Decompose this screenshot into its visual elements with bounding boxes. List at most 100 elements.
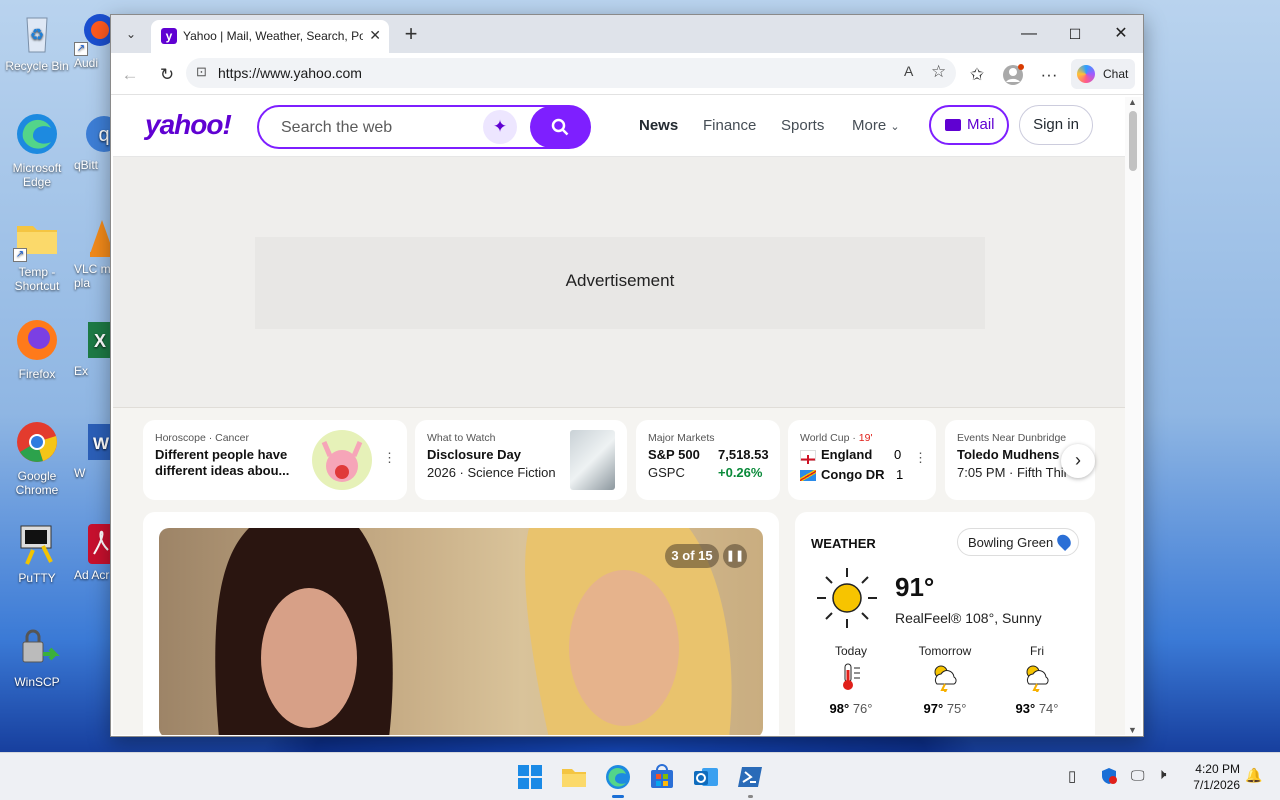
weather-location-button[interactable]: Bowling Green	[957, 528, 1079, 556]
desktop-icon-qbittorrent[interactable]: q qBitt	[74, 110, 122, 172]
browser-window: ⌄ y Yahoo | Mail, Weather, Search, Poli …	[110, 14, 1144, 737]
desktop-icon-winscp[interactable]: WinSCP	[0, 624, 74, 689]
slideshow-image[interactable]: 3 of 15 ❚❚	[159, 528, 763, 735]
location-pin-icon	[1054, 531, 1074, 552]
congo-flag-icon	[800, 470, 816, 481]
close-window-icon[interactable]: ✕	[1098, 15, 1144, 53]
desktop-icon-acrobat[interactable]: Ad Acr	[74, 520, 116, 582]
sunny-icon	[817, 568, 877, 628]
winscp-icon	[13, 624, 61, 672]
card-what-to-watch[interactable]: What to Watch Disclosure Day 2026 · Scie…	[415, 420, 627, 500]
card-menu-icon[interactable]: ⋮	[914, 450, 927, 466]
card-world-cup[interactable]: World Cup · 19' England 0 Congo DR 1 ⋮	[788, 420, 936, 500]
tab-title: Yahoo | Mail, Weather, Search, Poli	[183, 29, 363, 43]
weather-heading: WEATHER	[811, 536, 876, 551]
scrollbar-thumb[interactable]	[1129, 111, 1137, 171]
yahoo-logo[interactable]: yahoo!	[145, 109, 232, 141]
file-explorer-taskbar-icon[interactable]	[560, 763, 588, 791]
minimize-icon[interactable]: —	[1006, 15, 1052, 53]
security-shield-icon[interactable]	[1100, 767, 1118, 785]
url-field[interactable]: ⊡ https://www.yahoo.com A ☆	[186, 58, 956, 88]
recycle-bin-icon: ♻	[13, 8, 61, 56]
clock[interactable]: 4:20 PM 7/1/2026	[1180, 761, 1240, 793]
copilot-chat-button[interactable]: Chat	[1071, 59, 1135, 89]
card-horoscope[interactable]: Horoscope · Cancer Different people have…	[143, 420, 407, 500]
svg-text:W: W	[93, 434, 110, 453]
desktop-icon-audio[interactable]: ↗ Audi	[74, 8, 116, 70]
nav-more[interactable]: More ⌄	[852, 117, 900, 134]
desktop-icon-temp-shortcut[interactable]: ↗ Temp - Shortcut	[0, 214, 74, 293]
search-icon	[551, 118, 569, 136]
desktop-icon-word[interactable]: W W	[74, 418, 116, 480]
copilot-icon	[1077, 65, 1095, 83]
carousel-next-icon[interactable]: ›	[1061, 444, 1095, 478]
scroll-down-icon[interactable]: ▼	[1128, 725, 1137, 735]
running-indicator	[748, 795, 753, 798]
search-button[interactable]	[530, 106, 590, 148]
start-button[interactable]	[516, 763, 544, 791]
forecast-today[interactable]: Today 98° 76°	[815, 644, 887, 716]
nav-sports[interactable]: Sports	[781, 117, 824, 134]
ai-sparkle-icon[interactable]: ✦	[483, 110, 517, 144]
advertisement-label: Advertisement	[255, 237, 985, 329]
refresh-icon[interactable]: ↻	[153, 62, 181, 88]
slide-counter: 3 of 15	[665, 544, 719, 568]
search-box[interactable]: Search the web ✦	[257, 105, 591, 149]
svg-text:X: X	[94, 331, 106, 351]
shortcut-arrow-icon: ↗	[74, 42, 88, 56]
forecast-tomorrow[interactable]: Tomorrow 97° 75°	[909, 644, 981, 716]
scroll-up-icon[interactable]: ▲	[1128, 97, 1137, 107]
edge-taskbar-icon[interactable]	[604, 763, 632, 798]
desktop-icon-recycle-bin[interactable]: ♻ Recycle Bin	[0, 8, 74, 73]
maximize-icon[interactable]: ☐	[1052, 15, 1098, 53]
edge-icon	[13, 110, 61, 158]
favorite-star-icon[interactable]: ☆	[931, 62, 946, 82]
windows-logo-icon	[518, 765, 542, 789]
notification-bell-icon[interactable]: 🔔	[1245, 767, 1262, 784]
firefox-icon	[13, 316, 61, 364]
network-icon[interactable]: 🖵	[1131, 767, 1145, 784]
pause-icon[interactable]: ❚❚	[723, 544, 747, 568]
new-tab-icon[interactable]: +	[397, 21, 425, 47]
sign-in-button[interactable]: Sign in	[1019, 105, 1093, 145]
forecast-fri[interactable]: Fri 93° 74°	[1001, 644, 1073, 716]
more-menu-icon[interactable]: ···	[1035, 62, 1063, 88]
nav-finance[interactable]: Finance	[703, 117, 756, 134]
desktop-icon-vlc[interactable]: VLC m pla	[74, 214, 114, 290]
vertical-scrollbar[interactable]: ▲ ▼	[1125, 97, 1141, 735]
powershell-taskbar-icon[interactable]	[736, 763, 764, 798]
desktop-icon-edge[interactable]: Microsoft Edge	[0, 110, 74, 189]
mail-button[interactable]: Mail	[929, 105, 1009, 145]
card-major-markets[interactable]: Major Markets S&P 500 7,518.53 GSPC +0.2…	[636, 420, 780, 500]
site-info-icon[interactable]: ⊡	[196, 64, 207, 80]
store-taskbar-icon[interactable]	[648, 763, 676, 791]
svg-text:♻: ♻	[30, 27, 44, 44]
back-icon[interactable]: ←	[116, 62, 144, 88]
profile-icon[interactable]	[999, 62, 1027, 88]
outlook-taskbar-icon[interactable]	[692, 763, 720, 791]
url-text: https://www.yahoo.com	[218, 65, 362, 81]
market-change: +0.26%	[718, 465, 763, 480]
tab-bar: ⌄ y Yahoo | Mail, Weather, Search, Poli …	[111, 15, 1143, 53]
desktop-icon-firefox[interactable]: Firefox	[0, 316, 74, 381]
tab-actions-chevron-icon[interactable]: ⌄	[117, 21, 145, 47]
search-input[interactable]: Search the web	[281, 119, 392, 137]
volume-muted-icon[interactable]: 🕨	[1157, 766, 1166, 783]
browser-tab-yahoo[interactable]: y Yahoo | Mail, Weather, Search, Poli ✕	[151, 20, 389, 53]
shortcut-arrow-icon: ↗	[13, 248, 27, 262]
thermometer-icon	[843, 663, 860, 690]
realfeel-text: RealFeel® 108°, Sunny	[895, 610, 1042, 626]
desktop-icon-putty[interactable]: PuTTY	[0, 520, 74, 585]
card-menu-icon[interactable]: ⋮	[383, 450, 396, 466]
england-flag-icon	[800, 450, 816, 464]
tab-close-icon[interactable]: ✕	[369, 27, 381, 44]
mail-envelope-icon	[945, 119, 961, 131]
ad-zone: Advertisement	[113, 157, 1125, 408]
usb-device-icon[interactable]: ▯	[1068, 767, 1076, 785]
desktop-icon-excel[interactable]: X Ex	[74, 316, 116, 378]
favorites-icon[interactable]: ✩	[963, 62, 991, 88]
desktop-icon-chrome[interactable]: Google Chrome	[0, 418, 74, 497]
putty-icon	[13, 520, 61, 568]
nav-news[interactable]: News	[639, 117, 678, 134]
read-aloud-icon[interactable]: A	[904, 63, 913, 79]
